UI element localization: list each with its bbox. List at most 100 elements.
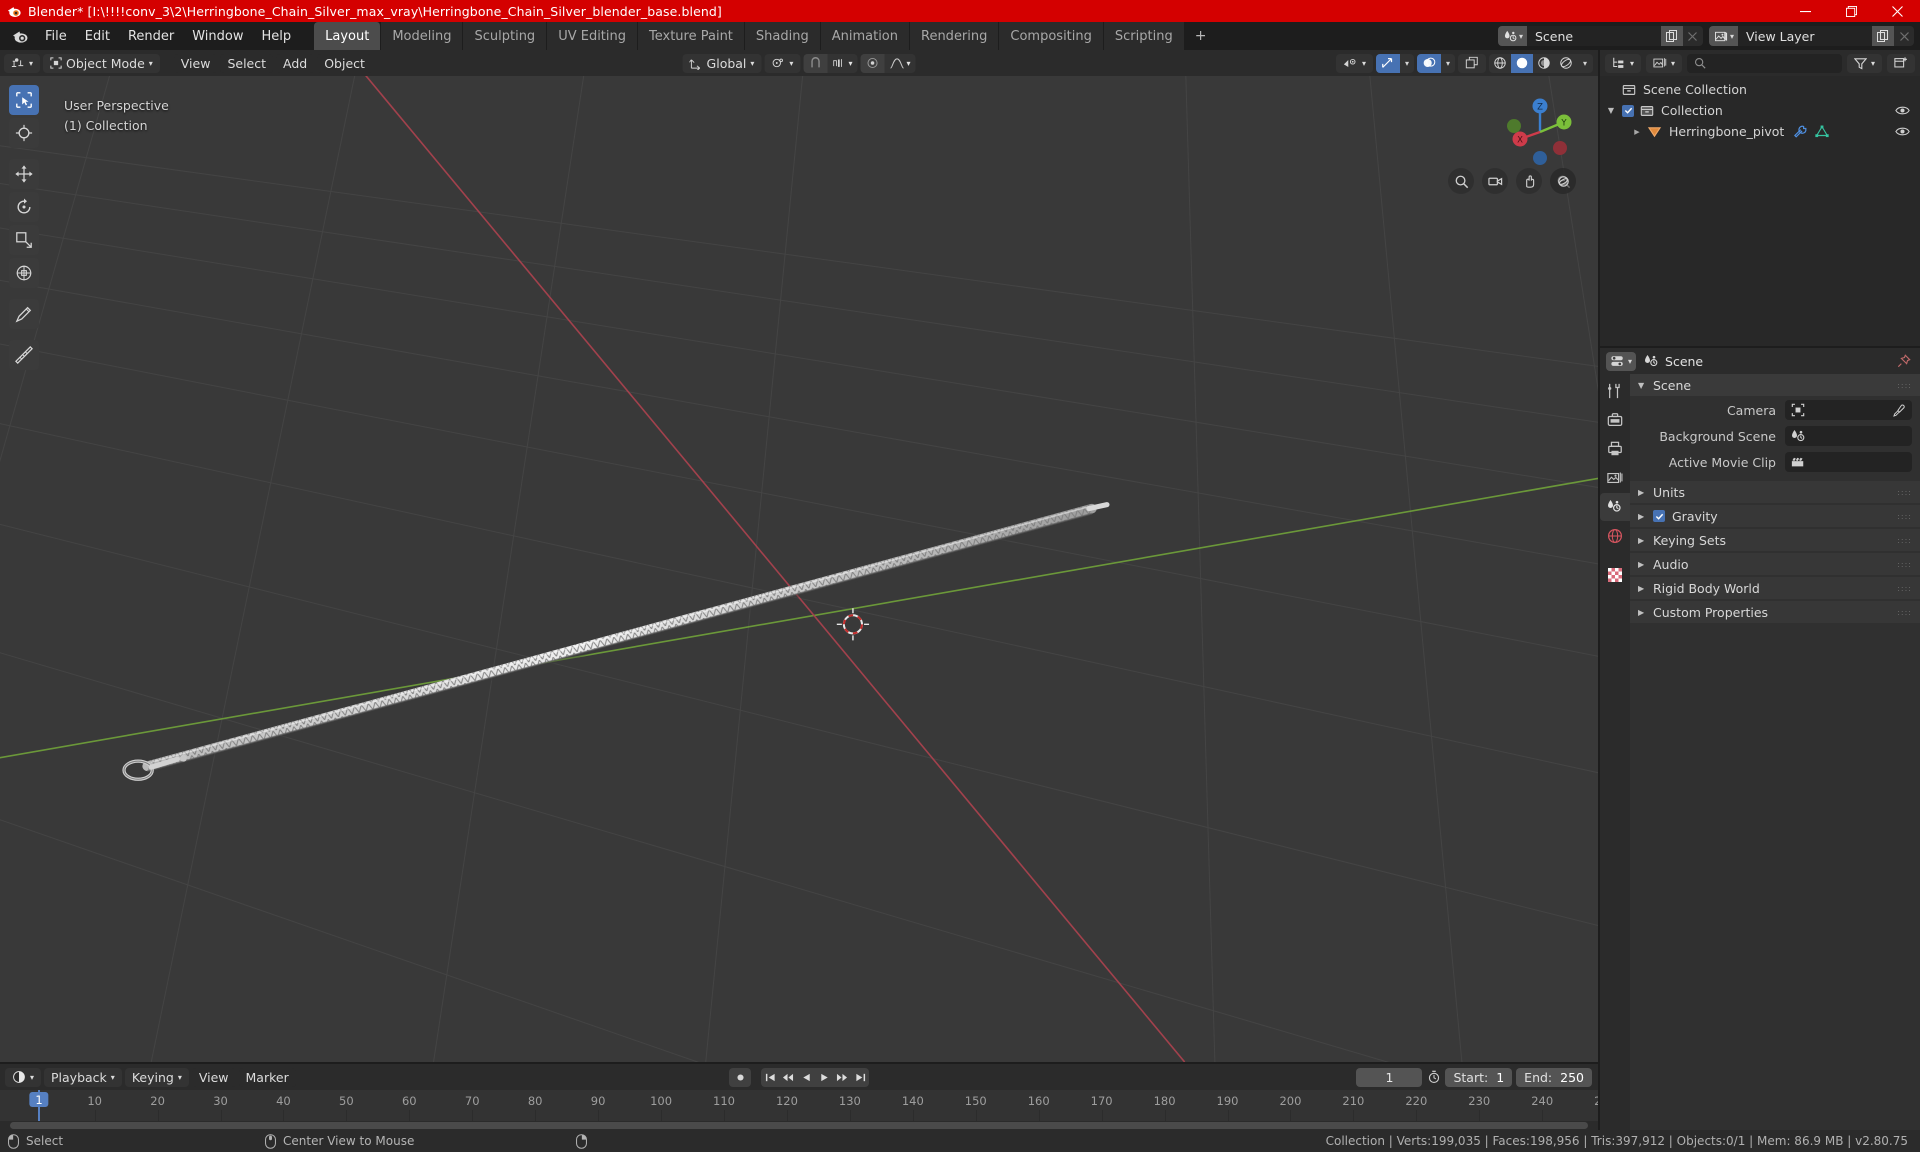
object-disclosure-triangle[interactable]: ▶ bbox=[1630, 128, 1644, 136]
overlay-dropdown-icon[interactable]: ▾ bbox=[1441, 54, 1455, 73]
tab-shading[interactable]: Shading bbox=[744, 22, 821, 50]
move-tool[interactable] bbox=[9, 159, 39, 189]
transform-tool[interactable] bbox=[9, 258, 39, 288]
transform-orientation-dropdown[interactable]: Global ▾ bbox=[682, 53, 762, 73]
field-background-scene-input[interactable] bbox=[1785, 426, 1912, 446]
collection-visibility-icon[interactable] bbox=[1895, 104, 1910, 117]
snap-toggle-icon[interactable] bbox=[803, 53, 828, 73]
record-button[interactable] bbox=[729, 1067, 751, 1087]
collection-checkbox[interactable] bbox=[1622, 104, 1634, 117]
jump-to-end-button[interactable] bbox=[851, 1068, 869, 1087]
solid-shading-icon[interactable] bbox=[1511, 53, 1533, 73]
maximize-button[interactable] bbox=[1828, 0, 1874, 22]
jump-to-start-button[interactable] bbox=[761, 1068, 779, 1087]
panel-rigid-body-world[interactable]: ▶ Rigid Body World :::: bbox=[1630, 577, 1920, 599]
tab-texture-paint[interactable]: Texture Paint bbox=[638, 22, 745, 50]
play-button[interactable] bbox=[815, 1068, 833, 1087]
pan-view-icon[interactable] bbox=[1516, 168, 1542, 194]
snap-target-icon[interactable]: ▾ bbox=[827, 54, 857, 73]
panel-keying-sets-triangle[interactable]: ▶ bbox=[1638, 536, 1646, 545]
unlink-scene-button[interactable] bbox=[1682, 26, 1703, 46]
next-keyframe-button[interactable] bbox=[833, 1068, 851, 1087]
collection-disclosure-triangle[interactable]: ▼ bbox=[1600, 106, 1622, 115]
view-layer-tab[interactable] bbox=[1600, 464, 1630, 492]
output-tab[interactable] bbox=[1600, 435, 1630, 463]
proportional-edit-icon[interactable] bbox=[860, 53, 885, 73]
outliner-search-input[interactable] bbox=[1687, 53, 1842, 73]
prev-keyframe-button[interactable] bbox=[779, 1068, 797, 1087]
timeline-menu-playback[interactable]: Playback ▾ bbox=[44, 1067, 122, 1087]
viewport-menu-select[interactable]: Select bbox=[220, 53, 274, 73]
blender-menu-icon[interactable] bbox=[8, 25, 32, 47]
viewport-menu-view[interactable]: View bbox=[173, 53, 218, 73]
tab-rendering[interactable]: Rendering bbox=[910, 22, 1000, 50]
field-camera-input[interactable] bbox=[1785, 400, 1912, 420]
panel-rigid-body-world-triangle[interactable]: ▶ bbox=[1638, 584, 1646, 593]
timeline-menu-keying[interactable]: Keying ▾ bbox=[124, 1067, 189, 1087]
view-layer-name-field[interactable]: View Layer bbox=[1738, 26, 1872, 46]
panel-custom-properties-triangle[interactable]: ▶ bbox=[1638, 608, 1646, 617]
rendered-shading-icon[interactable] bbox=[1555, 54, 1577, 73]
eyedropper-icon[interactable] bbox=[1893, 404, 1906, 417]
select-box-tool[interactable] bbox=[9, 85, 39, 115]
tab-uv-editing[interactable]: UV Editing bbox=[547, 22, 639, 50]
mesh-data-icon[interactable] bbox=[1815, 125, 1829, 139]
3d-viewport[interactable]: User Perspective (1) Collection Z Y X bbox=[0, 76, 1598, 1062]
panel-audio-triangle[interactable]: ▶ bbox=[1638, 560, 1646, 569]
modifier-wrench-icon[interactable] bbox=[1794, 125, 1808, 139]
new-collection-button[interactable] bbox=[1887, 53, 1915, 73]
pin-id-icon[interactable] bbox=[1897, 354, 1911, 368]
viewport-menu-object[interactable]: Object bbox=[317, 53, 372, 73]
gravity-checkbox[interactable] bbox=[1653, 510, 1665, 522]
new-view-layer-button[interactable] bbox=[1872, 26, 1894, 46]
scene-selector[interactable]: ▾ Scene bbox=[1497, 26, 1703, 46]
camera-view-icon[interactable] bbox=[1482, 168, 1508, 194]
timeline-horizontal-scrollbar[interactable] bbox=[10, 1122, 1588, 1129]
falloff-curve-icon[interactable]: ▾ bbox=[884, 54, 915, 73]
panel-units[interactable]: ▶ Units :::: bbox=[1630, 481, 1920, 503]
use-preview-range-icon[interactable] bbox=[1427, 1070, 1441, 1084]
object-mode-dropdown[interactable]: Object Mode ▾ bbox=[43, 53, 160, 73]
scene-name-field[interactable]: Scene bbox=[1526, 26, 1661, 46]
new-scene-button[interactable] bbox=[1660, 26, 1683, 46]
outliner-row-herringbone-pivot[interactable]: ▶ Herringbone_pivot bbox=[1600, 121, 1920, 142]
show-overlays-icon[interactable] bbox=[1416, 53, 1441, 73]
menu-help[interactable]: Help bbox=[253, 26, 301, 47]
timeline-menu-view[interactable]: View bbox=[191, 1067, 236, 1087]
menu-file[interactable]: File bbox=[36, 26, 76, 47]
close-button[interactable] bbox=[1874, 0, 1920, 22]
panel-keying-sets[interactable]: ▶ Keying Sets :::: bbox=[1630, 529, 1920, 551]
object-visibility-icon[interactable] bbox=[1895, 125, 1910, 138]
outliner-row-scene-collection[interactable]: Scene Collection bbox=[1600, 79, 1920, 100]
scale-tool[interactable] bbox=[9, 225, 39, 255]
editor-type-3dview-icon[interactable]: ▾ bbox=[4, 53, 41, 73]
panel-scene-header[interactable]: ▼ Scene :::: bbox=[1630, 374, 1920, 396]
outliner-filter-icon[interactable]: ▾ bbox=[1846, 53, 1882, 73]
minimize-button[interactable] bbox=[1782, 0, 1828, 22]
annotate-tool[interactable] bbox=[9, 299, 39, 329]
cursor-tool[interactable] bbox=[9, 118, 39, 148]
editor-type-properties-icon[interactable]: ▾ bbox=[1606, 351, 1637, 371]
view-layer-selector[interactable]: ▾ View Layer bbox=[1708, 26, 1914, 46]
editor-type-timeline-icon[interactable]: ▾ bbox=[5, 1067, 42, 1087]
world-tab[interactable] bbox=[1600, 522, 1630, 550]
show-gizmo-icon[interactable] bbox=[1375, 53, 1400, 73]
measure-tool[interactable] bbox=[9, 340, 39, 370]
timeline-playhead-label[interactable]: 1 bbox=[29, 1092, 49, 1107]
add-workspace-button[interactable]: + bbox=[1185, 22, 1218, 50]
panel-gravity-triangle[interactable]: ▶ bbox=[1638, 512, 1646, 521]
shading-dropdown-icon[interactable]: ▾ bbox=[1577, 54, 1593, 73]
panel-gravity[interactable]: ▶ Gravity :::: bbox=[1630, 505, 1920, 527]
editor-type-outliner-icon[interactable]: ▾ bbox=[1605, 53, 1642, 73]
scene-icon[interactable]: ▾ bbox=[1497, 26, 1527, 46]
view-layer-icon[interactable]: ▾ bbox=[1708, 26, 1738, 46]
panel-scene-triangle[interactable]: ▼ bbox=[1638, 381, 1646, 390]
outliner-display-mode-icon[interactable]: ▾ bbox=[1646, 53, 1683, 73]
end-frame-field[interactable]: End: 250 bbox=[1516, 1067, 1592, 1087]
scene-tab[interactable] bbox=[1600, 493, 1630, 521]
texture-tab[interactable] bbox=[1600, 561, 1630, 589]
tab-sculpting[interactable]: Sculpting bbox=[463, 22, 548, 50]
wireframe-shading-icon[interactable] bbox=[1489, 54, 1511, 73]
render-tab[interactable] bbox=[1600, 406, 1630, 434]
outliner-row-collection[interactable]: ▼ Collection bbox=[1600, 100, 1920, 121]
